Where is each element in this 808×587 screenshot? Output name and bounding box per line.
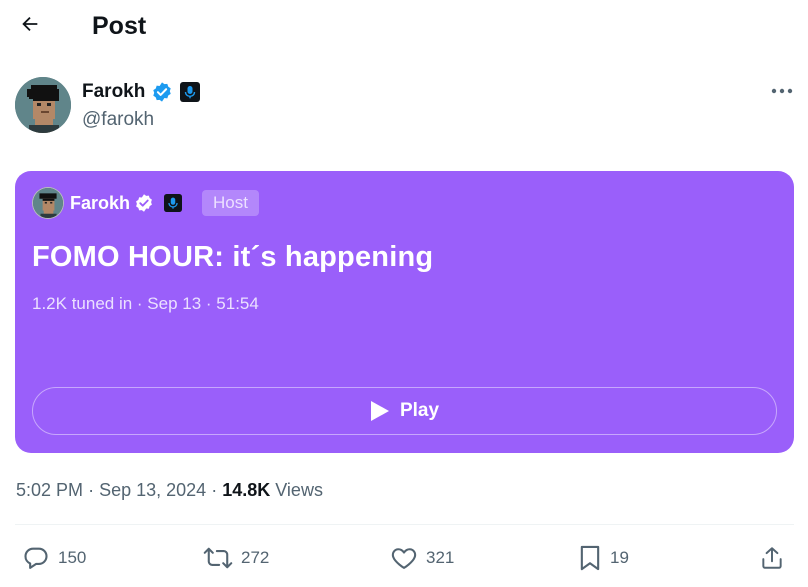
share-icon xyxy=(762,547,782,569)
reply-icon xyxy=(24,547,48,569)
post-time[interactable]: 5:02 PM xyxy=(16,480,83,500)
repost-icon xyxy=(203,547,233,569)
space-title: FOMO HOUR: it´s happening xyxy=(32,241,434,273)
more-options-button[interactable] xyxy=(764,78,800,104)
like-icon xyxy=(391,548,417,569)
like-count: 321 xyxy=(426,548,455,567)
post-page: Post Farokh @farokh Farokh Host FOMO HOU… xyxy=(0,0,808,587)
microphone-badge-icon[interactable] xyxy=(179,81,201,103)
pixel-avatar-image xyxy=(15,77,71,133)
author-handle[interactable]: @farokh xyxy=(82,108,154,132)
more-icon xyxy=(771,88,793,94)
share-button[interactable] xyxy=(759,540,785,576)
microphone-badge-icon xyxy=(162,192,184,214)
verified-badge-icon xyxy=(136,194,152,212)
like-button[interactable]: 321 xyxy=(390,540,454,576)
play-icon xyxy=(370,401,389,421)
bookmark-count: 19 xyxy=(610,548,629,567)
views-label: Views xyxy=(275,480,323,500)
space-card[interactable]: Farokh Host FOMO HOUR: it´s happening 1.… xyxy=(15,171,794,453)
repost-count: 272 xyxy=(241,548,270,567)
back-arrow-icon xyxy=(22,16,38,32)
repost-button[interactable]: 272 xyxy=(203,540,269,576)
space-host-name: Farokh xyxy=(70,192,131,213)
divider xyxy=(15,524,794,525)
play-label: Play xyxy=(399,400,440,421)
reply-button[interactable]: 150 xyxy=(22,540,86,576)
post-meta: 5:02 PM · Sep 13, 2024 · 14.8K Views xyxy=(16,478,323,502)
back-button[interactable] xyxy=(14,8,46,40)
play-button[interactable]: Play xyxy=(32,387,777,435)
host-pill: Host xyxy=(202,190,259,216)
author-name[interactable]: Farokh xyxy=(82,80,145,104)
pixel-avatar-image xyxy=(33,188,63,218)
space-host-row: Farokh Host xyxy=(32,187,259,219)
meta-separator: · xyxy=(88,480,100,500)
page-title: Post xyxy=(92,12,147,40)
meta-separator: · xyxy=(211,480,223,500)
space-meta: 1.2K tuned in · Sep 13 · 51:54 xyxy=(32,294,259,313)
bookmark-icon xyxy=(580,545,600,571)
views-count: 14.8K xyxy=(222,480,271,500)
bookmark-button[interactable]: 19 xyxy=(578,540,629,576)
verified-badge-icon[interactable] xyxy=(151,81,173,103)
reply-count: 150 xyxy=(58,548,87,567)
space-host-avatar xyxy=(32,187,64,219)
author-avatar[interactable] xyxy=(15,77,71,133)
post-date[interactable]: Sep 13, 2024 xyxy=(99,480,206,500)
author-name-row: Farokh xyxy=(82,80,201,104)
